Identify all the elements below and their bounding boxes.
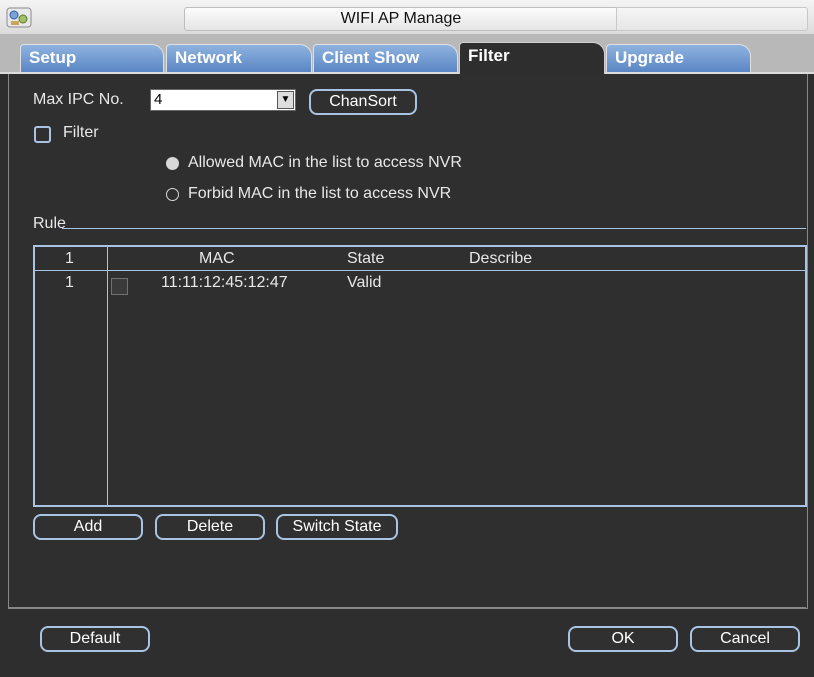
table-header-divider bbox=[35, 270, 805, 271]
rule-label: Rule bbox=[33, 215, 66, 232]
tab-network[interactable]: Network bbox=[166, 44, 312, 72]
tab-client-show[interactable]: Client Show bbox=[313, 44, 458, 72]
header-index: 1 bbox=[65, 250, 74, 267]
chansort-button[interactable]: ChanSort bbox=[309, 89, 417, 115]
radio-forbid-mac[interactable] bbox=[166, 188, 179, 201]
max-ipc-label: Max IPC No. bbox=[33, 91, 124, 108]
header-describe: Describe bbox=[469, 250, 533, 267]
filter-checkbox[interactable] bbox=[34, 126, 51, 143]
radio-allowed-mac[interactable] bbox=[166, 157, 179, 170]
title-bar-right bbox=[616, 7, 808, 31]
cancel-button[interactable]: Cancel bbox=[690, 626, 800, 652]
row-index: 1 bbox=[65, 274, 74, 291]
tab-setup[interactable]: Setup bbox=[20, 44, 164, 72]
max-ipc-value: 4 bbox=[154, 91, 163, 108]
title-bar: WIFI AP Manage bbox=[0, 0, 814, 35]
add-button[interactable]: Add bbox=[33, 514, 143, 540]
index-column-divider bbox=[107, 247, 108, 505]
switch-state-button[interactable]: Switch State bbox=[276, 514, 398, 540]
tab-upgrade[interactable]: Upgrade bbox=[606, 44, 751, 72]
rule-divider bbox=[62, 228, 806, 229]
header-mac: MAC bbox=[199, 250, 235, 267]
ok-button[interactable]: OK bbox=[568, 626, 678, 652]
wifi-ap-manage-window: WIFI AP Manage Setup Network Client Show… bbox=[0, 0, 814, 677]
max-ipc-select[interactable]: 4 ▼ bbox=[150, 89, 296, 111]
footer-separator bbox=[8, 607, 806, 608]
row-mac: 11:11:12:45:12:47 bbox=[161, 274, 288, 291]
app-icon bbox=[6, 7, 32, 28]
default-button[interactable]: Default bbox=[40, 626, 150, 652]
row-select-checkbox[interactable] bbox=[111, 278, 128, 295]
radio-forbid-label: Forbid MAC in the list to access NVR bbox=[188, 185, 452, 202]
row-state: Valid bbox=[347, 274, 382, 291]
delete-button[interactable]: Delete bbox=[155, 514, 265, 540]
rule-table[interactable]: 1 MAC State Describe 1 11:11:12:45:12:47… bbox=[33, 245, 807, 507]
header-state: State bbox=[347, 250, 385, 267]
radio-allowed-label: Allowed MAC in the list to access NVR bbox=[188, 154, 462, 171]
filter-label: Filter bbox=[63, 124, 99, 141]
window-title: WIFI AP Manage bbox=[184, 7, 618, 31]
dropdown-arrow-icon[interactable]: ▼ bbox=[277, 91, 294, 109]
tab-filter[interactable]: Filter bbox=[459, 42, 605, 74]
